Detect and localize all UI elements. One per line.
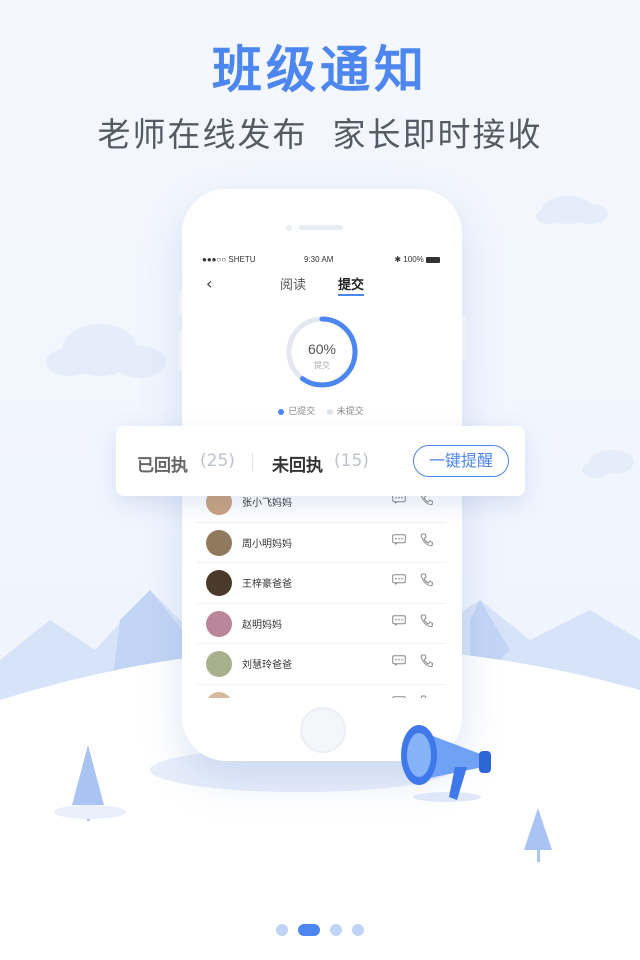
legend-not-submitted: 未提交 (326, 407, 364, 417)
nav-bar: ‹ 阅读 提交 (196, 268, 446, 298)
parent-name: 周小明妈妈 (242, 538, 292, 550)
list-item[interactable]: 刘慧玲爸爸 (196, 644, 446, 685)
list-item[interactable]: 赵明妈妈 (196, 604, 446, 644)
phone-volume-button (178, 330, 182, 370)
phone-call-icon[interactable] (420, 654, 433, 668)
parent-name: 刘慧玲爸爸 (242, 660, 292, 671)
pagination-dot[interactable] (330, 924, 342, 936)
progress-caption: 提交 (314, 360, 330, 370)
phone-speaker (299, 225, 343, 230)
battery-indicator: ✱ 100% (394, 255, 440, 264)
tab-read[interactable]: 阅读 (280, 274, 306, 293)
parent-name: 张小飞妈妈 (242, 498, 292, 509)
phone-call-icon[interactable] (420, 533, 433, 547)
phone-call-icon[interactable] (420, 695, 433, 699)
pagination-dots (276, 924, 376, 936)
avatar (206, 570, 232, 596)
progress-ring: 60% 提交 (286, 316, 358, 388)
legend-submitted-label: 已提交 (288, 407, 316, 417)
status-bar: ●●●○○ SHETU 9:30 AM ✱ 100% (196, 252, 446, 268)
legend-not-submitted-label: 未提交 (336, 407, 364, 417)
phone-camera (286, 225, 292, 231)
receipt-card: 已回执 (25) 未回执 (15) 一键提醒 (116, 426, 525, 496)
list-item[interactable]: 王梓豪爸爸 (196, 563, 446, 604)
list-item[interactable]: 周小明妈妈 (196, 523, 446, 563)
clock-label: 9:30 AM (304, 255, 334, 264)
avatar (206, 529, 232, 556)
message-icon[interactable] (392, 695, 406, 699)
avatar (206, 691, 232, 698)
bluetooth-icon: ✱ (394, 255, 404, 264)
legend-dot-not-submitted (326, 408, 333, 415)
pagination-dot-active[interactable] (298, 924, 320, 936)
page-subtitle: 老师在线发布 家长即时接收 (97, 115, 543, 154)
message-icon[interactable] (392, 614, 406, 626)
avatar (206, 651, 232, 677)
message-icon[interactable] (392, 655, 406, 666)
parent-name: 王梓豪爸爸 (242, 579, 292, 590)
battery-icon (426, 256, 440, 263)
phone-power-button (462, 316, 466, 360)
replied-label[interactable]: 已回执 (137, 451, 188, 476)
pagination-dot[interactable] (276, 924, 288, 936)
phone-home-button (300, 707, 346, 753)
tab-submit[interactable]: 提交 (338, 274, 364, 293)
progress-percent: 60% (308, 341, 336, 357)
pagination-dot[interactable] (352, 924, 364, 936)
not-replied-count: (15) (334, 451, 369, 471)
card-divider (252, 453, 253, 471)
legend-submitted: 已提交 (278, 407, 315, 417)
list-item[interactable] (196, 685, 446, 699)
parent-list: 张小飞妈妈周小明妈妈王梓豪爸爸赵明妈妈刘慧玲爸爸 (196, 482, 446, 698)
parent-name: 赵明妈妈 (242, 619, 282, 631)
legend-dot-submitted (278, 408, 285, 415)
message-icon[interactable] (392, 533, 406, 545)
phone-call-icon[interactable] (420, 573, 433, 587)
phone-call-icon[interactable] (420, 614, 433, 628)
active-tab-indicator (338, 294, 364, 296)
remind-all-button[interactable]: 一键提醒 (413, 445, 509, 477)
phone-side-button (178, 290, 182, 316)
battery-label: 100% (403, 255, 424, 264)
message-icon[interactable] (392, 574, 406, 585)
carrier-label: ●●●○○ SHETU (202, 255, 256, 264)
avatar (206, 610, 232, 637)
not-replied-label[interactable]: 未回执 (272, 451, 323, 476)
page-title: 班级通知 (212, 41, 428, 99)
back-chevron-icon[interactable]: ‹ (206, 274, 212, 293)
progress-legend: 已提交 未提交 (196, 404, 446, 417)
megaphone-icon (401, 725, 491, 802)
replied-count: (25) (200, 451, 235, 471)
